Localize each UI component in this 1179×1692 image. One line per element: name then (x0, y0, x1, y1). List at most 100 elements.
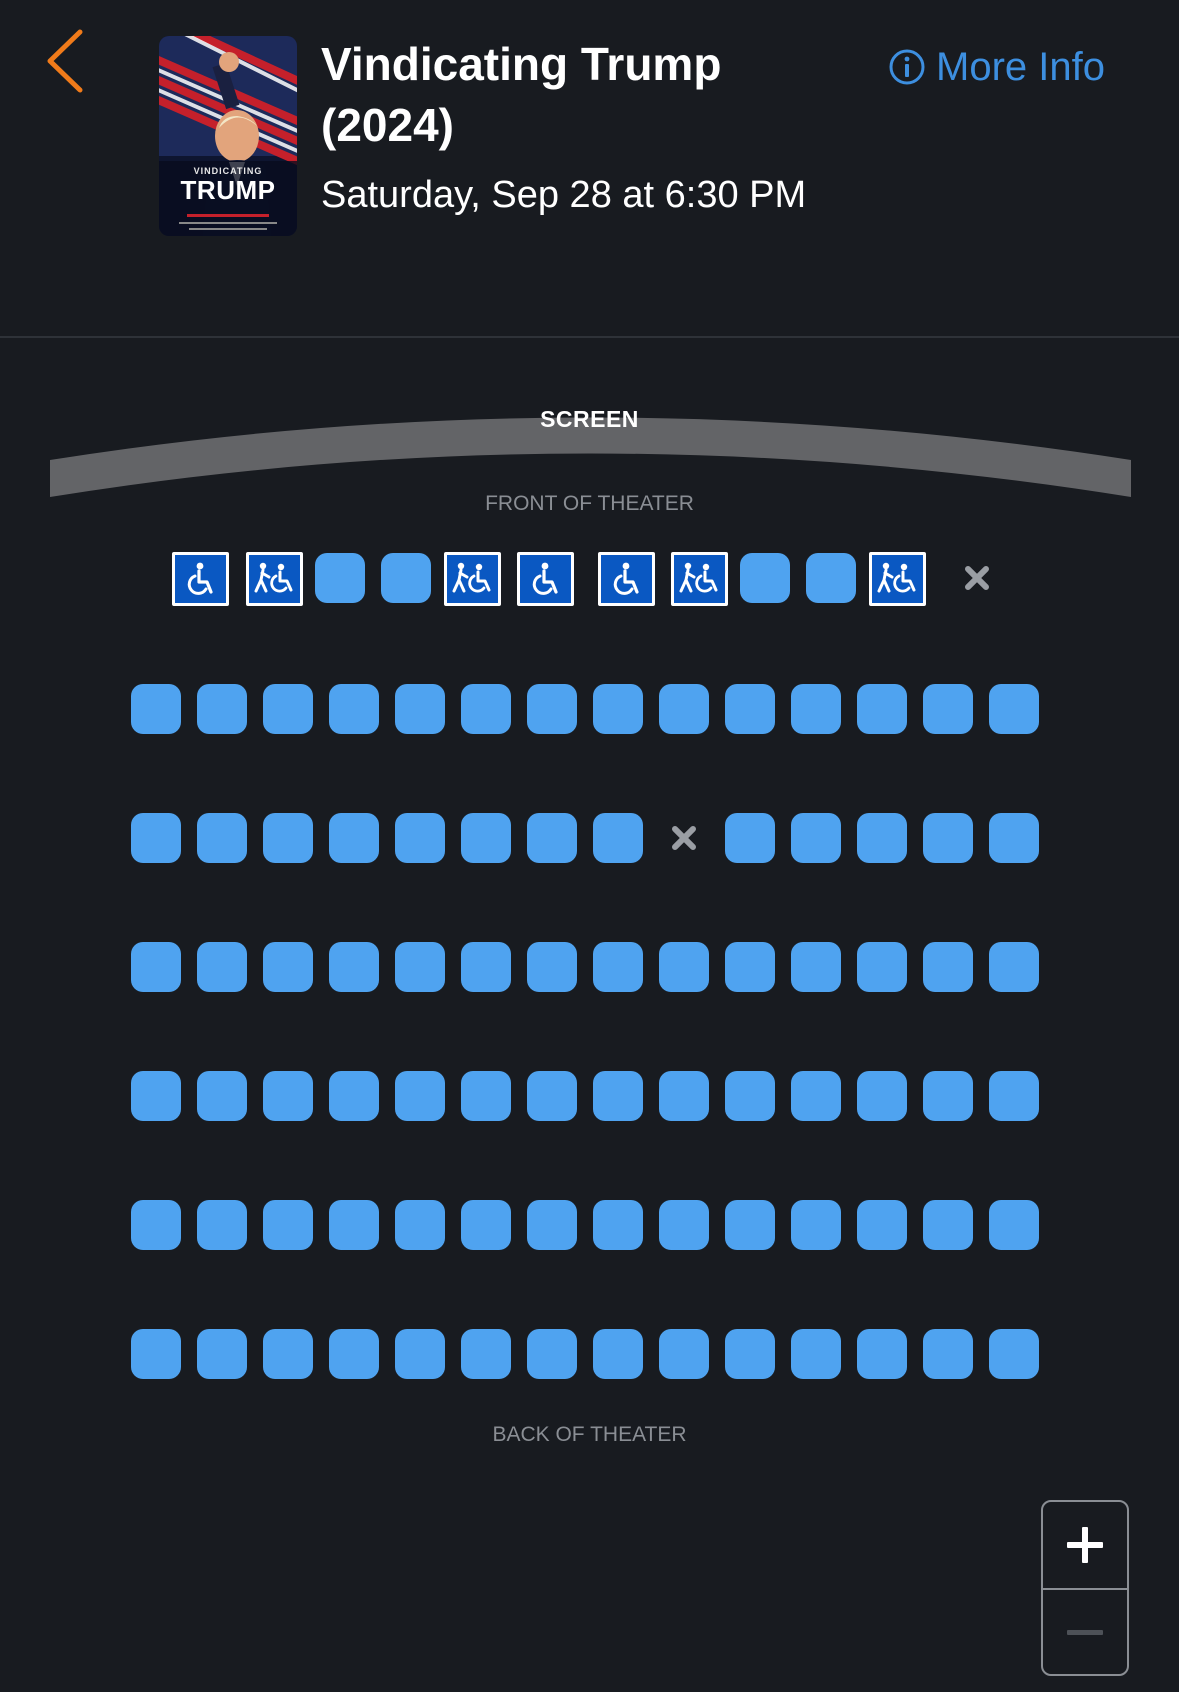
available-seat[interactable] (197, 684, 247, 734)
available-seat[interactable] (857, 1071, 907, 1121)
available-seat[interactable] (329, 1329, 379, 1379)
available-seat[interactable] (923, 1200, 973, 1250)
zoom-out-button[interactable] (1043, 1590, 1127, 1674)
available-seat[interactable] (131, 1071, 181, 1121)
available-seat[interactable] (593, 1329, 643, 1379)
available-seat[interactable] (527, 1071, 577, 1121)
available-seat[interactable] (461, 684, 511, 734)
available-seat[interactable] (527, 813, 577, 863)
wheelchair-seat[interactable] (598, 552, 655, 606)
available-seat[interactable] (659, 942, 709, 992)
available-seat[interactable] (740, 553, 790, 603)
available-seat[interactable] (593, 1071, 643, 1121)
available-seat[interactable] (395, 1329, 445, 1379)
available-seat[interactable] (263, 942, 313, 992)
back-button[interactable] (40, 28, 96, 94)
available-seat[interactable] (395, 1200, 445, 1250)
available-seat[interactable] (329, 684, 379, 734)
available-seat[interactable] (857, 942, 907, 992)
available-seat[interactable] (659, 1329, 709, 1379)
wheelchair-seat[interactable] (517, 552, 574, 606)
available-seat[interactable] (263, 1200, 313, 1250)
available-seat[interactable] (923, 942, 973, 992)
available-seat[interactable] (461, 1329, 511, 1379)
available-seat[interactable] (725, 684, 775, 734)
companion-seat[interactable] (444, 552, 501, 606)
available-seat[interactable] (263, 1329, 313, 1379)
available-seat[interactable] (527, 684, 577, 734)
available-seat[interactable] (263, 1071, 313, 1121)
wheelchair-seat[interactable] (172, 552, 229, 606)
available-seat[interactable] (806, 553, 856, 603)
available-seat[interactable] (461, 1071, 511, 1121)
available-seat[interactable] (593, 813, 643, 863)
available-seat[interactable] (989, 942, 1039, 992)
available-seat[interactable] (395, 813, 445, 863)
available-seat[interactable] (725, 813, 775, 863)
companion-seat[interactable] (246, 552, 303, 606)
available-seat[interactable] (527, 942, 577, 992)
available-seat[interactable] (329, 1071, 379, 1121)
available-seat[interactable] (989, 813, 1039, 863)
available-seat[interactable] (659, 684, 709, 734)
available-seat[interactable] (791, 684, 841, 734)
available-seat[interactable] (923, 813, 973, 863)
available-seat[interactable] (659, 1200, 709, 1250)
available-seat[interactable] (725, 1329, 775, 1379)
available-seat[interactable] (461, 1200, 511, 1250)
available-seat[interactable] (725, 1200, 775, 1250)
available-seat[interactable] (131, 942, 181, 992)
available-seat[interactable] (131, 684, 181, 734)
available-seat[interactable] (791, 1200, 841, 1250)
available-seat[interactable] (131, 1200, 181, 1250)
available-seat[interactable] (725, 1071, 775, 1121)
available-seat[interactable] (857, 1200, 907, 1250)
available-seat[interactable] (329, 813, 379, 863)
available-seat[interactable] (989, 684, 1039, 734)
available-seat[interactable] (923, 1071, 973, 1121)
available-seat[interactable] (263, 813, 313, 863)
more-info-link[interactable]: More Info (888, 42, 1105, 92)
available-seat[interactable] (791, 813, 841, 863)
available-seat[interactable] (857, 684, 907, 734)
available-seat[interactable] (329, 942, 379, 992)
available-seat[interactable] (593, 1200, 643, 1250)
companion-seat[interactable] (671, 552, 728, 606)
available-seat[interactable] (725, 942, 775, 992)
available-seat[interactable] (315, 553, 365, 603)
available-seat[interactable] (791, 1071, 841, 1121)
available-seat[interactable] (395, 684, 445, 734)
companion-seat[interactable] (869, 552, 926, 606)
available-seat[interactable] (395, 1071, 445, 1121)
available-seat[interactable] (197, 1200, 247, 1250)
available-seat[interactable] (923, 1329, 973, 1379)
available-seat[interactable] (197, 942, 247, 992)
available-seat[interactable] (659, 1071, 709, 1121)
zoom-in-button[interactable] (1043, 1502, 1127, 1588)
available-seat[interactable] (857, 813, 907, 863)
available-seat[interactable] (197, 1071, 247, 1121)
available-seat[interactable] (395, 942, 445, 992)
available-seat[interactable] (197, 1329, 247, 1379)
available-seat[interactable] (989, 1071, 1039, 1121)
available-seat[interactable] (527, 1329, 577, 1379)
available-seat[interactable] (197, 813, 247, 863)
available-seat[interactable] (329, 1200, 379, 1250)
available-seat[interactable] (381, 553, 431, 603)
available-seat[interactable] (263, 684, 313, 734)
available-seat[interactable] (791, 1329, 841, 1379)
available-seat[interactable] (131, 1329, 181, 1379)
available-seat[interactable] (527, 1200, 577, 1250)
available-seat[interactable] (461, 942, 511, 992)
available-seat[interactable] (791, 942, 841, 992)
unavailable-seat (659, 813, 709, 863)
available-seat[interactable] (593, 684, 643, 734)
chevron-left-icon (47, 29, 83, 93)
available-seat[interactable] (131, 813, 181, 863)
available-seat[interactable] (923, 684, 973, 734)
available-seat[interactable] (857, 1329, 907, 1379)
available-seat[interactable] (989, 1329, 1039, 1379)
available-seat[interactable] (989, 1200, 1039, 1250)
available-seat[interactable] (461, 813, 511, 863)
available-seat[interactable] (593, 942, 643, 992)
